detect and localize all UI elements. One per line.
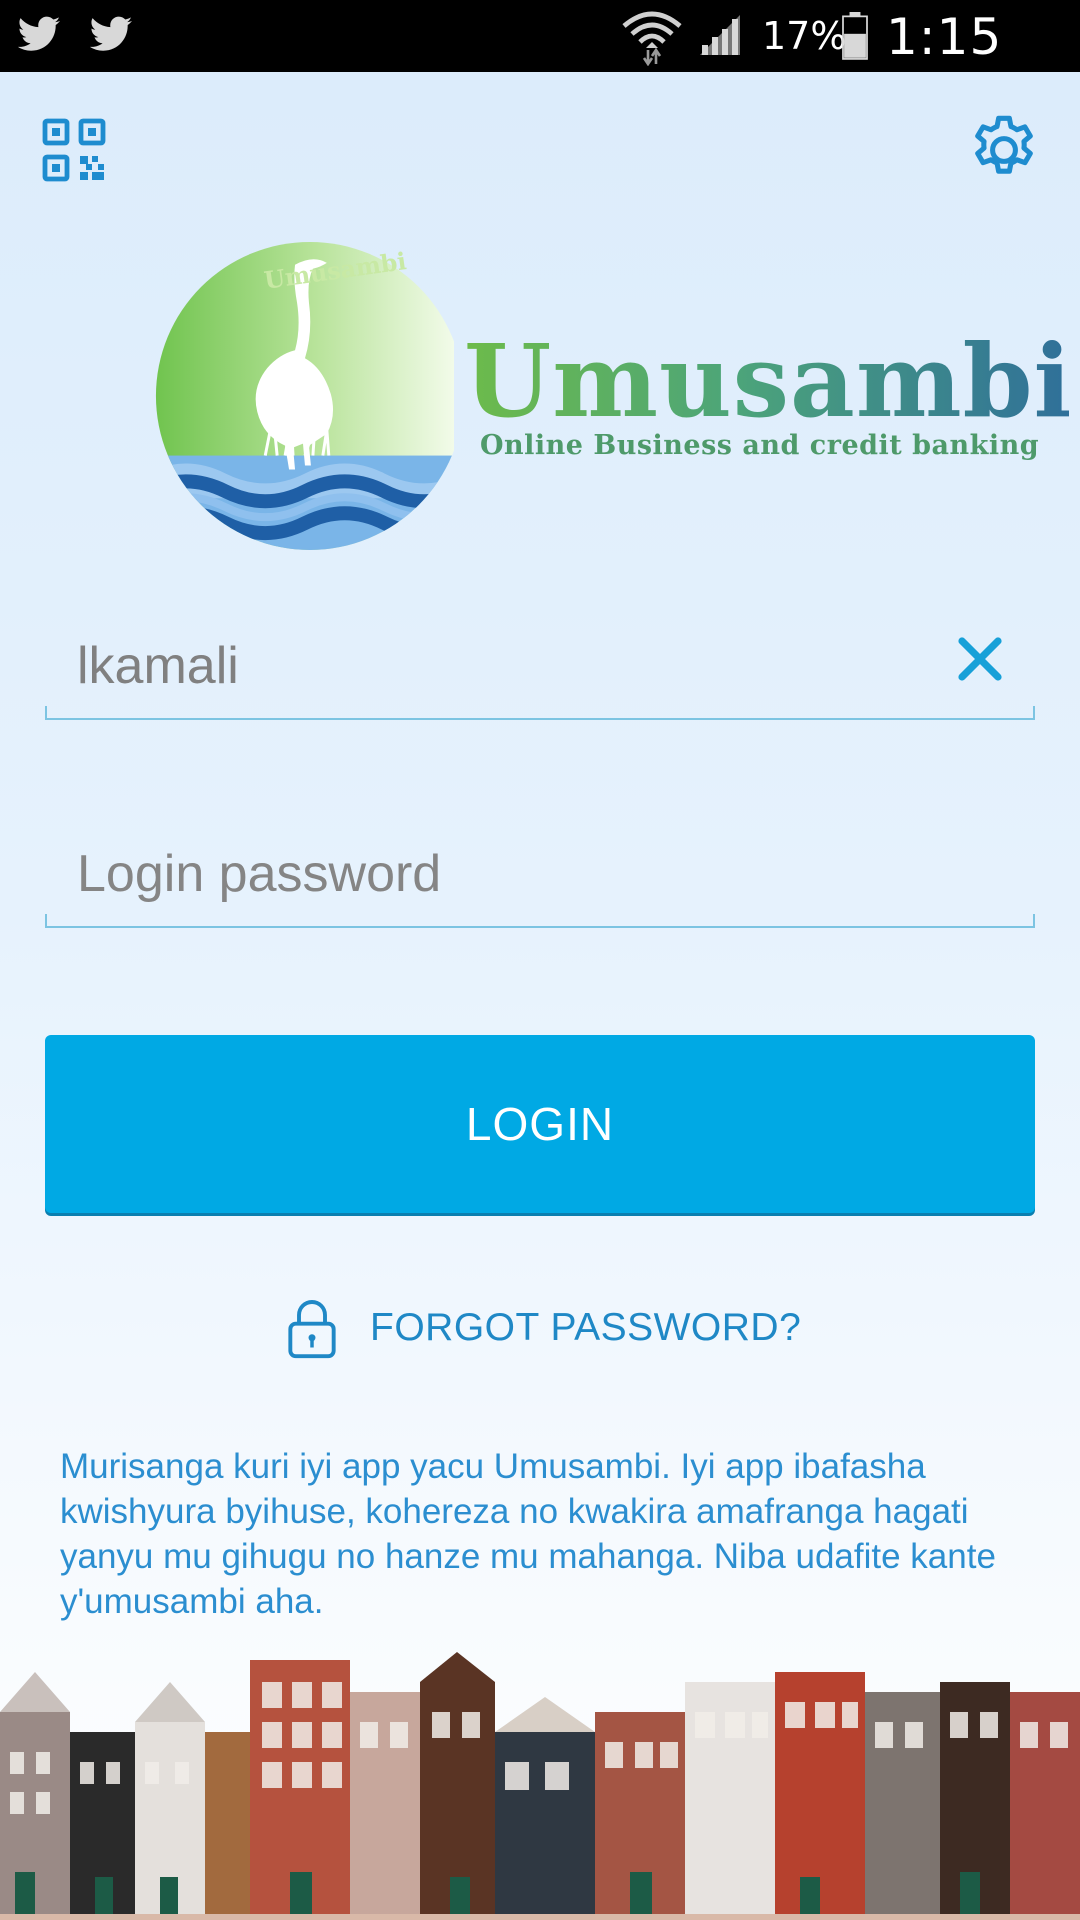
brand-tagline: Online Business and credit banking [480,430,1040,461]
login-screen: Umusambi Umusambi Online Business and cr… [0,72,1080,1920]
username-field [45,610,1035,720]
qr-code-icon[interactable] [42,118,106,182]
username-underline [45,706,1035,720]
cityscape-illustration [0,1652,1080,1920]
username-input[interactable] [75,620,959,712]
wifi-icon [622,11,682,66]
login-button[interactable]: LOGIN [45,1035,1035,1213]
twitter-icon [89,16,133,51]
forgot-password-label: FORGOT PASSWORD? [370,1306,802,1349]
brand-name: Umusambi [464,322,1073,440]
forgot-password-link[interactable]: FORGOT PASSWORD? [286,1296,801,1360]
logo-emblem: Umusambi [155,241,454,550]
signal-icon [700,15,740,55]
welcome-message: Murisanga kuri iyi app yacu Umusambi. Iy… [60,1447,996,1621]
clear-icon[interactable] [953,632,1007,686]
password-field [45,818,1035,928]
twitter-icon [17,16,61,51]
status-bar: 17% 1:15 PM [0,0,1080,124]
battery-icon [842,12,868,60]
battery-percent: 17% [762,14,847,58]
password-underline [45,914,1035,928]
password-input[interactable] [75,828,959,920]
gear-icon[interactable] [966,112,1042,188]
lock-icon [288,1300,336,1359]
